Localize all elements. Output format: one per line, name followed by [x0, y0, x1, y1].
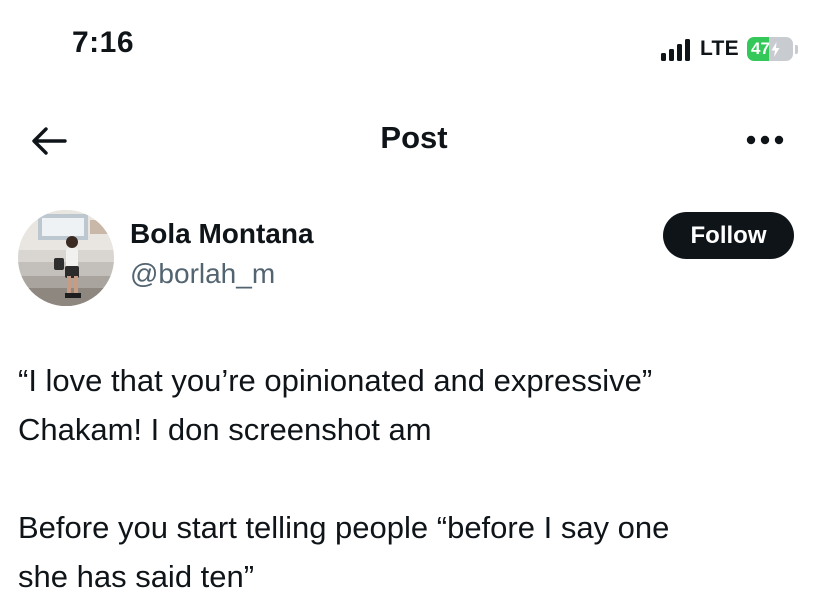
author-handle: @borlah_m — [130, 258, 276, 289]
post-line: Chakam! I don screenshot am — [18, 412, 432, 447]
status-indicators: LTE 47 — [660, 34, 798, 64]
follow-button[interactable]: Follow — [663, 212, 794, 259]
post-line: Before you start telling people “before … — [18, 510, 670, 545]
charging-bolt-icon — [771, 41, 780, 57]
network-type: LTE — [699, 37, 739, 60]
post-line: she has said ten” — [18, 559, 255, 594]
more-horizontal-icon — [746, 135, 784, 145]
avatar[interactable] — [18, 210, 114, 306]
status-time: 7:16 — [72, 26, 135, 59]
author-name[interactable]: Bola Montana — [130, 218, 314, 250]
post-line: “I love that you’re opinionated and expr… — [18, 363, 653, 398]
avatar-photo — [18, 210, 114, 306]
signal-strength-icon — [660, 37, 690, 61]
more-options-button[interactable] — [740, 122, 790, 158]
post-text: “I love that you’re opinionated and expr… — [18, 356, 808, 601]
battery-icon: 47 — [747, 37, 798, 61]
battery-cap — [795, 44, 798, 54]
battery-percent: 47 — [751, 39, 770, 58]
page-title: Post — [380, 120, 448, 155]
